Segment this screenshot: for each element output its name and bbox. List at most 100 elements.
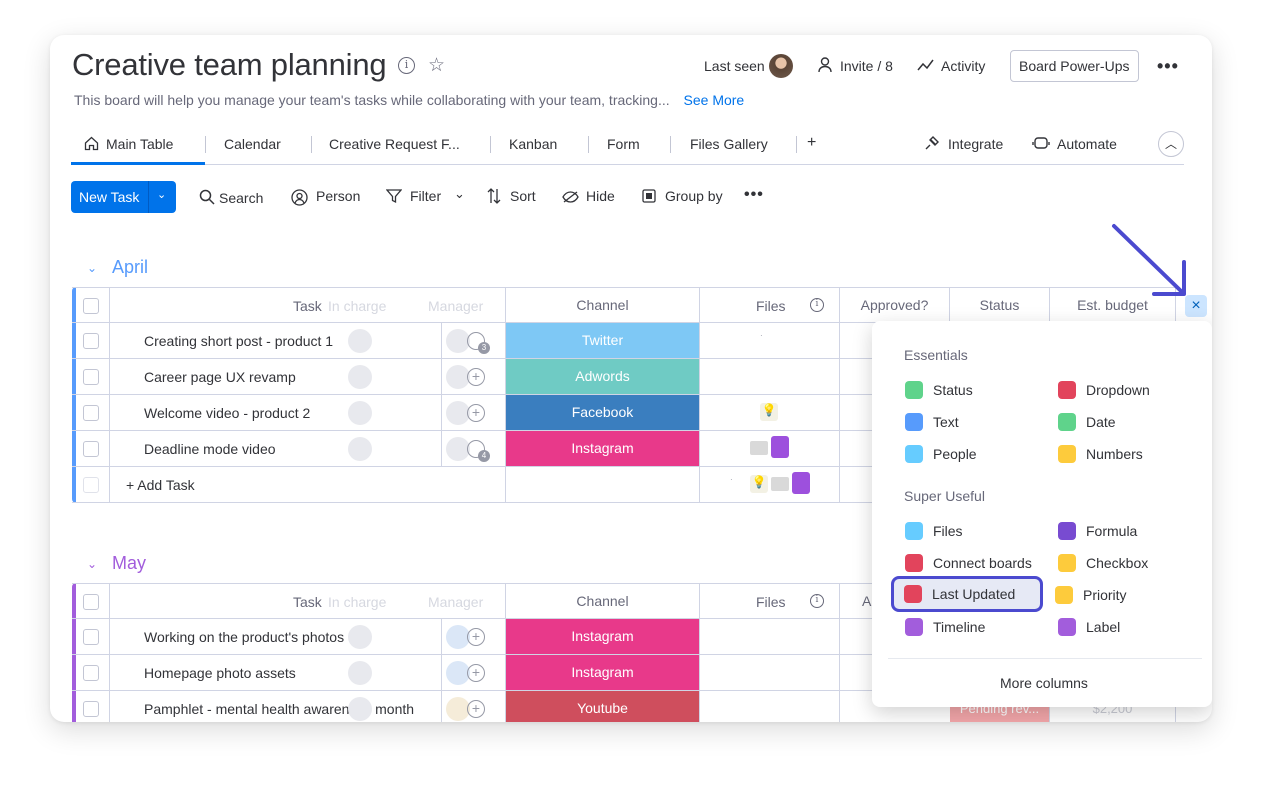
collapse-header-button[interactable]: ︿ [1158, 131, 1184, 157]
column-header-files[interactable]: Files [756, 298, 786, 314]
board-power-ups-button[interactable]: Board Power-Ups [1010, 50, 1139, 82]
row-checkbox[interactable] [83, 333, 99, 349]
info-icon[interactable]: i [810, 298, 824, 312]
info-icon[interactable]: i [398, 57, 415, 74]
tab-creative-request[interactable]: Creative Request F... [329, 136, 460, 152]
row-checkbox[interactable] [83, 701, 99, 717]
tab-files-gallery[interactable]: Files Gallery [690, 136, 768, 152]
activity-button[interactable]: Activity [941, 58, 985, 74]
tab-divider [670, 136, 671, 153]
add-person-icon[interactable]: + [467, 664, 485, 682]
chevron-down-icon[interactable]: ⌄ [87, 557, 97, 571]
in-charge-avatar[interactable] [348, 625, 372, 649]
column-header-manager[interactable]: Manager [428, 594, 483, 610]
column-header-channel[interactable]: Channel [506, 288, 700, 322]
file-thumbnail[interactable]: · [730, 475, 733, 484]
info-icon[interactable]: i [810, 594, 824, 608]
column-header-files[interactable]: Files [756, 594, 786, 610]
column-header-approved[interactable]: Approved? [840, 288, 950, 322]
column-option-last-updated[interactable]: Last Updated [891, 576, 1043, 612]
image-thumbnail-icon[interactable] [750, 441, 768, 455]
in-charge-avatar[interactable] [348, 365, 372, 389]
task-name[interactable]: Working on the product's photos [144, 629, 344, 645]
task-name[interactable]: Deadline mode video [144, 441, 276, 457]
sort-button[interactable]: Sort [510, 188, 536, 204]
search-button[interactable]: Search [219, 190, 263, 206]
in-charge-avatar[interactable] [348, 661, 372, 685]
add-task-input[interactable]: + Add Task [126, 477, 195, 493]
group-title-april[interactable]: April [112, 257, 148, 278]
column-option-label: Checkbox [1086, 555, 1149, 571]
see-more-link[interactable]: See More [684, 92, 745, 108]
column-header-in-charge[interactable]: In charge [328, 298, 386, 314]
column-header-manager[interactable]: Manager [428, 298, 483, 314]
board-description: This board will help you manage your tea… [74, 92, 744, 108]
automate-button[interactable]: Automate [1057, 136, 1117, 152]
tab-main-table[interactable]: Main Table [106, 136, 173, 152]
task-name[interactable]: Creating short post - product 1 [144, 333, 333, 349]
group-title-may[interactable]: May [112, 553, 146, 574]
video-file-icon[interactable] [771, 436, 789, 458]
task-name[interactable]: Welcome video - product 2 [144, 405, 310, 421]
in-charge-avatar[interactable] [348, 697, 372, 721]
channel-cell[interactable]: Facebook [506, 395, 700, 430]
add-person-icon[interactable]: + [467, 368, 485, 386]
in-charge-avatar[interactable] [348, 437, 372, 461]
select-all-checkbox[interactable] [83, 594, 99, 610]
hide-button[interactable]: Hide [586, 188, 615, 204]
more-columns-button[interactable]: More columns [1000, 675, 1088, 691]
tab-calendar[interactable]: Calendar [224, 136, 281, 152]
person-filter-button[interactable]: Person [316, 188, 360, 204]
channel-cell[interactable]: Instagram [506, 431, 700, 466]
row-checkbox[interactable] [83, 665, 99, 681]
automate-icon [1032, 136, 1050, 155]
add-view-button[interactable]: + [807, 134, 816, 152]
task-name[interactable]: Career page UX revamp [144, 369, 296, 385]
task-name[interactable]: Pamphlet - mental health awareness month [144, 701, 414, 717]
lightbulb-icon[interactable]: 💡 [750, 475, 768, 493]
tab-kanban[interactable]: Kanban [509, 136, 557, 152]
filter-button[interactable]: Filter [410, 188, 441, 204]
channel-cell[interactable]: Youtube [506, 691, 700, 722]
column-header-in-charge[interactable]: In charge [328, 594, 386, 610]
group-by-icon [642, 189, 656, 208]
invite-button[interactable]: Invite / 8 [840, 58, 893, 74]
text-icon [905, 413, 923, 431]
person-icon [291, 189, 308, 211]
column-header-status[interactable]: Status [950, 288, 1050, 322]
row-checkbox[interactable] [83, 369, 99, 385]
avatar[interactable] [769, 54, 793, 78]
task-name[interactable]: Homepage photo assets [144, 665, 296, 681]
chevron-down-icon[interactable]: ⌄ [87, 261, 97, 275]
channel-cell[interactable]: Twitter [506, 323, 700, 358]
channel-cell[interactable]: Instagram [506, 619, 700, 654]
integrate-button[interactable]: Integrate [948, 136, 1003, 152]
channel-cell[interactable]: Adwords [506, 359, 700, 394]
add-person-icon[interactable]: + [467, 404, 485, 422]
tab-form[interactable]: Form [607, 136, 640, 152]
row-checkbox[interactable] [83, 629, 99, 645]
image-thumbnail-icon[interactable] [771, 477, 789, 491]
chevron-down-icon[interactable]: ⌄ [157, 188, 166, 201]
column-header-channel[interactable]: Channel [506, 584, 700, 618]
add-person-icon[interactable]: + [467, 628, 485, 646]
tabs-divider [71, 164, 1184, 165]
column-header-task[interactable]: Task [293, 594, 322, 610]
channel-cell[interactable]: Instagram [506, 655, 700, 690]
board-menu-button[interactable]: ••• [1157, 56, 1179, 77]
file-thumbnail[interactable]: · [760, 331, 763, 340]
in-charge-avatar[interactable] [348, 329, 372, 353]
chevron-down-icon[interactable]: ⌄ [454, 186, 465, 202]
column-header-task[interactable]: Task [293, 298, 322, 314]
in-charge-avatar[interactable] [348, 401, 372, 425]
row-checkbox[interactable] [83, 405, 99, 421]
add-person-icon[interactable]: + [467, 700, 485, 718]
toolbar-more-button[interactable]: ••• [744, 186, 764, 204]
group-by-button[interactable]: Group by [665, 188, 723, 204]
star-icon[interactable]: ☆ [428, 54, 445, 77]
row-checkbox[interactable] [83, 441, 99, 457]
video-file-icon[interactable] [792, 472, 810, 494]
lightbulb-icon[interactable]: 💡 [760, 403, 778, 421]
select-all-checkbox[interactable] [83, 298, 99, 314]
new-task-button[interactable]: New Task ⌄ [71, 181, 176, 213]
